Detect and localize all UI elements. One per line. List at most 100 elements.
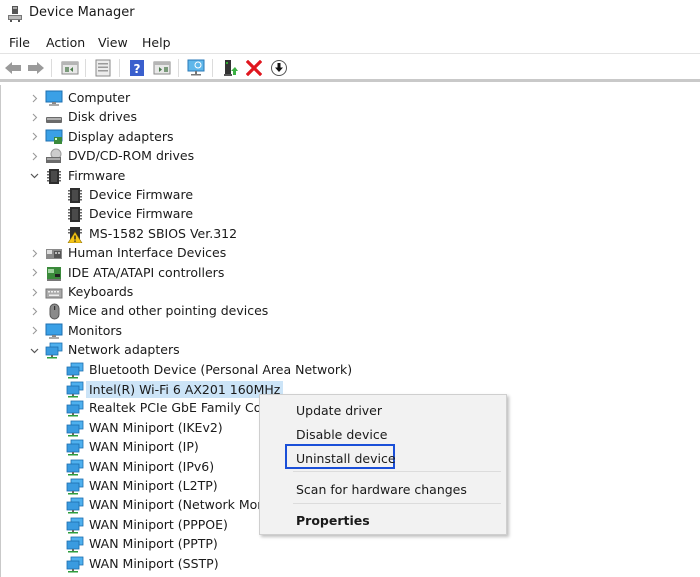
- menu-bar: File Action View Help: [0, 30, 700, 54]
- tree-item-label: WAN Miniport (SSTP): [89, 555, 219, 571]
- tree-item[interactable]: Computer: [1, 89, 700, 108]
- tree-item-label: Bluetooth Device (Personal Area Network): [89, 361, 353, 377]
- tree-item[interactable]: Monitors: [1, 322, 700, 341]
- help-icon: ?: [130, 60, 144, 76]
- network-adapter-icon: [66, 400, 84, 417]
- chevron-right-icon[interactable]: [29, 93, 39, 103]
- tree-item-label: IDE ATA/ATAPI controllers: [68, 264, 225, 280]
- forward-button[interactable]: [26, 58, 46, 78]
- menu-view[interactable]: View: [98, 35, 128, 50]
- chevron-right-icon[interactable]: [29, 306, 39, 316]
- tree-item-label: Monitors: [68, 322, 123, 338]
- scan-hardware-button[interactable]: [186, 58, 206, 78]
- tree-item-label: Display adapters: [68, 128, 174, 144]
- tree-item[interactable]: WAN Miniport (SSTP): [1, 555, 700, 574]
- chevron-right-icon[interactable]: [29, 132, 39, 142]
- network-adapter-icon: [66, 556, 84, 573]
- tree-item-label: Mice and other pointing devices: [68, 303, 269, 319]
- tree-item[interactable]: Human Interface Devices: [1, 244, 700, 263]
- tree-item[interactable]: Keyboards: [1, 283, 700, 302]
- back-button[interactable]: [3, 58, 23, 78]
- tree-item-label: Disk drives: [68, 109, 137, 125]
- menu-file[interactable]: File: [9, 35, 30, 50]
- network-adapter-icon: [45, 342, 63, 359]
- help-button[interactable]: ?: [127, 58, 147, 78]
- arrow-right-icon: [28, 62, 44, 74]
- keyboard-icon: [45, 284, 63, 301]
- network-adapter-icon: [66, 517, 84, 534]
- down-arrow-circle-icon: [271, 60, 287, 76]
- chevron-down-icon[interactable]: [29, 345, 39, 355]
- monitor-scan-icon: [187, 59, 205, 76]
- show-hide-action-pane-button[interactable]: [152, 58, 172, 78]
- menu-disable-device[interactable]: Disable device: [296, 427, 387, 442]
- menu-separator: [293, 503, 501, 504]
- red-x-icon: [246, 60, 262, 76]
- uninstall-device-button[interactable]: [244, 58, 264, 78]
- chevron-right-icon[interactable]: [29, 112, 39, 122]
- network-adapter-icon: [66, 478, 84, 495]
- toolbar-separator: [51, 59, 52, 77]
- network-adapter-icon: [66, 439, 84, 456]
- tree-item[interactable]: Network adapters: [1, 341, 700, 360]
- tree-item-label: DVD/CD-ROM drives: [68, 148, 195, 164]
- chevron-down-icon[interactable]: [29, 171, 39, 181]
- toolbar-separator: [119, 59, 120, 77]
- display-adapter-icon: [45, 129, 63, 146]
- tree-item-label: WAN Miniport (IKEv2): [89, 419, 223, 435]
- menu-update-driver[interactable]: Update driver: [296, 403, 382, 418]
- network-adapter-icon: [66, 536, 84, 553]
- ide-controller-icon: [45, 265, 63, 282]
- console-tree-icon: [61, 61, 79, 75]
- disk-drive-icon: [45, 109, 63, 126]
- network-adapter-icon: [66, 420, 84, 437]
- tree-item[interactable]: WAN Miniport (PPTP): [1, 535, 700, 554]
- disable-device-button[interactable]: [269, 58, 289, 78]
- chevron-right-icon[interactable]: [29, 151, 39, 161]
- menu-action[interactable]: Action: [46, 35, 85, 50]
- monitor-icon: [45, 323, 63, 340]
- tree-item[interactable]: IDE ATA/ATAPI controllers: [1, 264, 700, 283]
- menu-uninstall-device[interactable]: Uninstall device: [296, 451, 396, 466]
- chevron-right-icon[interactable]: [29, 287, 39, 297]
- tree-item[interactable]: MS-1582 SBIOS Ver.312: [1, 225, 700, 244]
- hid-icon: [45, 245, 63, 262]
- network-adapter-icon: [66, 459, 84, 476]
- tree-item[interactable]: Disk drives: [1, 108, 700, 127]
- arrow-left-icon: [5, 62, 21, 74]
- chevron-right-icon[interactable]: [29, 326, 39, 336]
- tree-item-label: Firmware: [68, 167, 126, 183]
- tree-item[interactable]: Mice and other pointing devices: [1, 302, 700, 321]
- menu-properties[interactable]: Properties: [296, 513, 370, 528]
- tree-item-label: Intel(R) Wi-Fi 6 AX201 160MHz: [86, 381, 284, 398]
- network-adapter-icon: [66, 362, 84, 379]
- update-driver-icon: [224, 60, 238, 76]
- menu-separator: [293, 471, 501, 472]
- tree-item-label: Keyboards: [68, 284, 134, 299]
- tree-item[interactable]: Bluetooth Device (Personal Area Network): [1, 361, 700, 380]
- toolbar-separator: [85, 59, 86, 77]
- chevron-right-icon[interactable]: [29, 268, 39, 278]
- tree-item-label: WAN Miniport (IPv6): [89, 458, 215, 474]
- tree-item-label: WAN Miniport (PPTP): [89, 536, 218, 552]
- tree-item[interactable]: Display adapters: [1, 128, 700, 147]
- menu-help[interactable]: Help: [142, 35, 171, 50]
- show-hide-console-tree-button[interactable]: [60, 58, 80, 78]
- toolbar-separator: [178, 59, 179, 77]
- firmware-chip-icon: [66, 206, 84, 223]
- properties-button[interactable]: [93, 58, 113, 78]
- chevron-right-icon[interactable]: [29, 248, 39, 258]
- computer-icon: [45, 90, 63, 107]
- update-driver-button[interactable]: [220, 58, 240, 78]
- mouse-icon: [45, 303, 63, 320]
- tree-item[interactable]: DVD/CD-ROM drives: [1, 147, 700, 166]
- menu-scan-hardware-changes[interactable]: Scan for hardware changes: [296, 482, 467, 497]
- svg-text:?: ?: [134, 62, 141, 76]
- network-adapter-icon: [66, 497, 84, 514]
- tree-item-label: Device Firmware: [89, 206, 194, 222]
- tree-item[interactable]: Device Firmware: [1, 205, 700, 224]
- tree-item[interactable]: Device Firmware: [1, 186, 700, 205]
- tree-item[interactable]: Firmware: [1, 167, 700, 186]
- network-adapter-icon: [66, 381, 84, 398]
- tree-item-label: Computer: [68, 90, 131, 105]
